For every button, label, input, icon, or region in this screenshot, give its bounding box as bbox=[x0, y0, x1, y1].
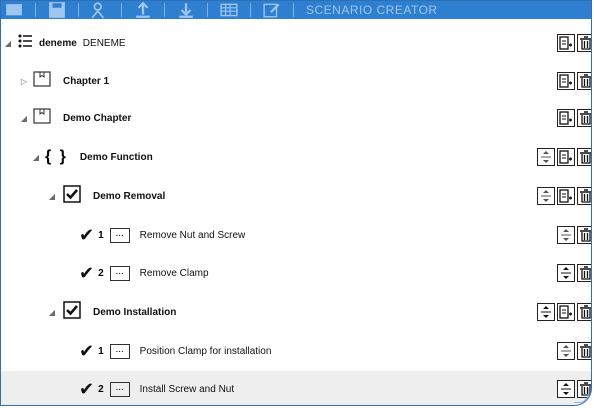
delete-button[interactable] bbox=[577, 148, 591, 166]
window-icon[interactable] bbox=[5, 3, 23, 17]
add-function-button[interactable] bbox=[557, 72, 575, 90]
move-up-down-button[interactable] bbox=[557, 226, 575, 244]
root-label: DENEME bbox=[82, 37, 126, 49]
add-task-button[interactable] bbox=[557, 148, 575, 166]
delete-button[interactable] bbox=[577, 187, 591, 205]
download-icon[interactable] bbox=[177, 3, 195, 18]
delete-button[interactable] bbox=[577, 342, 591, 360]
tree-row-step[interactable]: ✔ 1 ... Position Clamp for installation bbox=[1, 333, 591, 369]
tree-row-step[interactable]: ✔ 2 ... Remove Clamp bbox=[1, 255, 591, 291]
add-step-button[interactable] bbox=[557, 303, 575, 321]
row-actions bbox=[555, 72, 591, 90]
move-up-down-button[interactable] bbox=[537, 303, 555, 321]
toolbar-separator bbox=[121, 3, 122, 17]
step-label: Position Clamp for installation bbox=[139, 345, 272, 357]
step-number: 2 bbox=[98, 267, 104, 279]
collapse-triangle-icon[interactable]: ◢ bbox=[3, 39, 13, 48]
step-details-button[interactable]: ... bbox=[109, 343, 130, 359]
step-label: Install Screw and Nut bbox=[139, 383, 235, 395]
add-chapter-button[interactable] bbox=[557, 34, 575, 52]
row-actions bbox=[535, 303, 591, 321]
save-icon[interactable] bbox=[48, 2, 66, 18]
toolbar-separator bbox=[164, 3, 165, 17]
step-details-button[interactable]: ... bbox=[109, 227, 130, 243]
move-up-down-button[interactable] bbox=[537, 187, 555, 205]
toolbar-separator bbox=[293, 3, 294, 17]
tree-row-chapter[interactable]: ◢ Demo Chapter bbox=[1, 100, 591, 136]
step-number: 1 bbox=[98, 345, 104, 357]
chapter-icon bbox=[33, 107, 51, 129]
tree-row-root[interactable]: ◢ deneme DENEME bbox=[1, 25, 591, 61]
delete-button[interactable] bbox=[577, 72, 591, 90]
move-up-down-button[interactable] bbox=[537, 148, 555, 166]
delete-button[interactable] bbox=[577, 109, 591, 127]
step-number: 1 bbox=[98, 229, 104, 241]
toolbar-separator bbox=[35, 3, 36, 17]
step-details-button[interactable]: ... bbox=[109, 381, 130, 397]
row-actions bbox=[535, 187, 591, 205]
chapter-label: Chapter 1 bbox=[63, 75, 110, 87]
row-actions bbox=[555, 34, 591, 52]
function-braces-icon: { } bbox=[45, 148, 68, 165]
grid-icon[interactable] bbox=[220, 3, 238, 17]
tree-row-function[interactable]: ◢ { } Demo Function bbox=[1, 139, 591, 175]
row-actions bbox=[555, 342, 591, 360]
toolbar: SCENARIO CREATOR bbox=[1, 1, 591, 19]
toolbar-separator bbox=[78, 3, 79, 17]
step-label: Remove Clamp bbox=[139, 267, 209, 279]
add-step-button[interactable] bbox=[557, 187, 575, 205]
tree-row-step[interactable]: ✔ 1 ... Remove Nut and Screw bbox=[1, 217, 591, 253]
tree-row-step-selected[interactable]: ✔ 2 ... Install Screw and Nut bbox=[1, 371, 591, 405]
chapter-label: Demo Chapter bbox=[63, 112, 132, 124]
toolbar-separator bbox=[207, 3, 208, 17]
add-function-button[interactable] bbox=[557, 109, 575, 127]
task-label: Demo Installation bbox=[93, 306, 177, 318]
check-icon: ✔ bbox=[79, 341, 95, 361]
step-number: 2 bbox=[98, 383, 104, 395]
check-icon: ✔ bbox=[79, 225, 95, 245]
delete-button[interactable] bbox=[577, 34, 591, 52]
tree-list-icon bbox=[17, 33, 33, 54]
row-actions bbox=[535, 148, 591, 166]
collapse-triangle-icon[interactable]: ◢ bbox=[47, 192, 57, 201]
delete-button[interactable] bbox=[577, 226, 591, 244]
delete-button[interactable] bbox=[577, 264, 591, 282]
move-up-down-button[interactable] bbox=[557, 264, 575, 282]
edit-icon[interactable] bbox=[263, 3, 281, 18]
upload-icon[interactable] bbox=[134, 1, 152, 18]
task-checkbox-icon bbox=[63, 300, 81, 324]
step-details-button[interactable]: ... bbox=[109, 265, 130, 281]
delete-button[interactable] bbox=[577, 303, 591, 321]
collapse-triangle-icon[interactable]: ◢ bbox=[31, 153, 41, 162]
scenario-creator-window: SCENARIO CREATOR ◢ deneme DENEME ▷ Chapt… bbox=[0, 0, 592, 406]
tree-row-chapter[interactable]: ▷ Chapter 1 bbox=[1, 63, 591, 99]
row-actions bbox=[555, 264, 591, 282]
check-icon: ✔ bbox=[79, 379, 95, 399]
collapse-triangle-icon[interactable]: ◢ bbox=[19, 114, 29, 123]
move-up-down-button[interactable] bbox=[557, 342, 575, 360]
tree-row-task[interactable]: ◢ Demo Installation bbox=[1, 294, 591, 330]
collapse-triangle-icon[interactable]: ◢ bbox=[47, 308, 57, 317]
expand-triangle-icon[interactable]: ▷ bbox=[19, 77, 29, 86]
task-label: Demo Removal bbox=[93, 190, 166, 202]
row-actions bbox=[555, 226, 591, 244]
window-title: SCENARIO CREATOR bbox=[306, 3, 438, 17]
users-icon[interactable] bbox=[91, 2, 109, 19]
toolbar-separator bbox=[250, 3, 251, 17]
move-up-down-button[interactable] bbox=[557, 380, 575, 398]
task-checkbox-icon bbox=[63, 184, 81, 208]
function-label: Demo Function bbox=[79, 151, 153, 163]
root-name: deneme bbox=[39, 37, 77, 49]
tree-row-task[interactable]: ◢ Demo Removal bbox=[1, 178, 591, 214]
step-label: Remove Nut and Screw bbox=[139, 229, 246, 241]
check-icon: ✔ bbox=[79, 263, 95, 283]
row-actions bbox=[555, 109, 591, 127]
chapter-icon bbox=[33, 70, 51, 92]
